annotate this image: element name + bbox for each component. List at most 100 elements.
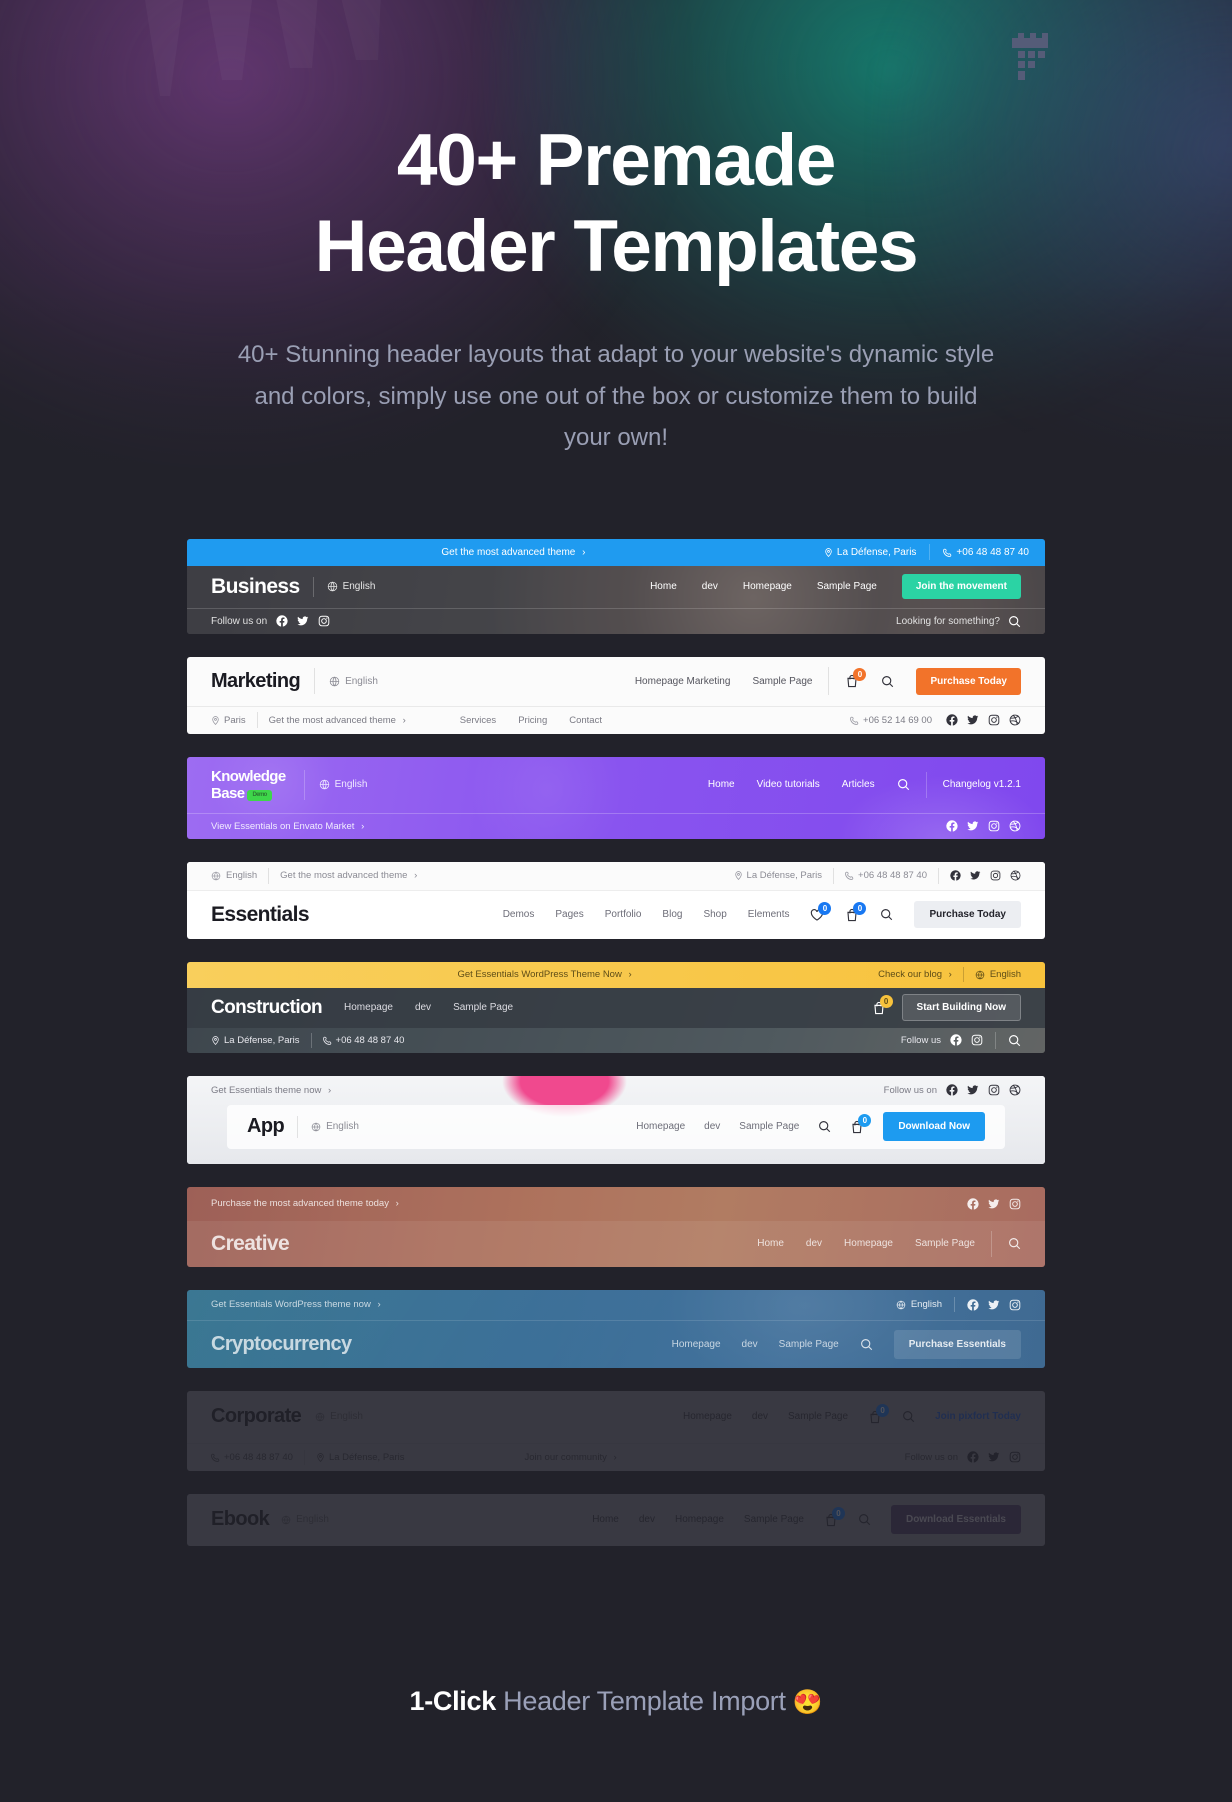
twitter-icon[interactable]: [988, 1198, 1000, 1210]
essentials-wishlist-button[interactable]: 0: [810, 901, 832, 922]
essentials-nav-2[interactable]: Portfolio: [605, 909, 642, 920]
corporate-cta-button[interactable]: Join pixfort Today: [935, 1411, 1021, 1422]
creative-social-links[interactable]: [967, 1198, 1021, 1210]
essentials-cart-button[interactable]: 0: [845, 901, 867, 922]
construction-cta-button[interactable]: Start Building Now: [901, 994, 1021, 1022]
construction-phone[interactable]: +06 48 48 87 40: [322, 1035, 404, 1046]
marketing-language-switcher[interactable]: English: [329, 676, 378, 687]
essentials-nav-5[interactable]: Elements: [748, 909, 790, 920]
crypto-nav-0[interactable]: Homepage: [672, 1339, 721, 1350]
header-card-creative[interactable]: Purchase the most advanced theme today ›…: [187, 1186, 1045, 1267]
marketing-cart-button[interactable]: 0: [845, 668, 867, 688]
creative-logo[interactable]: Creative: [211, 1232, 290, 1256]
facebook-icon[interactable]: [967, 1299, 979, 1311]
knowledge-changelog-link[interactable]: Changelog v1.2.1: [943, 779, 1021, 790]
facebook-icon[interactable]: [950, 870, 961, 881]
twitter-icon[interactable]: [967, 1084, 979, 1096]
essentials-logo[interactable]: Essentials: [211, 903, 310, 927]
essentials-language-switcher[interactable]: English: [211, 870, 257, 881]
app-promo-link[interactable]: Get Essentials theme now ›: [211, 1085, 331, 1096]
facebook-icon[interactable]: [276, 615, 288, 627]
ebook-nav-3[interactable]: Sample Page: [744, 1514, 804, 1525]
facebook-icon[interactable]: [967, 1451, 979, 1463]
essentials-cta-button[interactable]: Purchase Today: [914, 901, 1021, 929]
facebook-icon[interactable]: [950, 1034, 962, 1046]
search-icon[interactable]: [881, 675, 894, 688]
search-icon[interactable]: [1008, 615, 1021, 628]
instagram-icon[interactable]: [1009, 1198, 1021, 1210]
instagram-icon[interactable]: [988, 1084, 1000, 1096]
business-nav-2[interactable]: Homepage: [743, 581, 792, 592]
business-language-switcher[interactable]: English: [327, 581, 375, 592]
instagram-icon[interactable]: [988, 820, 1000, 832]
construction-promo-link[interactable]: Get Essentials WordPress Theme Now ›: [457, 969, 631, 980]
crypto-cta-button[interactable]: Purchase Essentials: [893, 1329, 1021, 1359]
corporate-language-switcher[interactable]: English: [315, 1411, 363, 1422]
instagram-icon[interactable]: [971, 1034, 983, 1046]
search-icon[interactable]: [880, 908, 893, 921]
creative-nav-0[interactable]: Home: [757, 1238, 784, 1249]
construction-language-switcher[interactable]: English: [975, 969, 1021, 980]
marketing-nav-0[interactable]: Homepage Marketing: [635, 676, 731, 687]
app-nav-0[interactable]: Homepage: [636, 1121, 685, 1132]
dribbble-icon[interactable]: [1009, 1084, 1021, 1096]
business-phone[interactable]: +06 48 48 87 40: [930, 547, 1029, 558]
essentials-promo-link[interactable]: Get the most advanced theme ›: [280, 870, 417, 881]
essentials-nav-1[interactable]: Pages: [555, 909, 583, 920]
twitter-icon[interactable]: [988, 1451, 1000, 1463]
essentials-social-links[interactable]: [950, 870, 1021, 881]
crypto-nav-1[interactable]: dev: [742, 1339, 758, 1350]
corporate-nav-1[interactable]: dev: [752, 1411, 768, 1422]
construction-blog-link[interactable]: Check our blog ›: [878, 969, 952, 980]
corporate-nav-0[interactable]: Homepage: [683, 1411, 732, 1422]
dribbble-icon[interactable]: [1009, 820, 1021, 832]
construction-logo[interactable]: Construction: [211, 997, 323, 1019]
header-card-cryptocurrency[interactable]: Get Essentials WordPress theme now › Eng…: [187, 1289, 1045, 1368]
header-card-ebook[interactable]: Ebook English Home dev Homepage Sample P…: [187, 1493, 1045, 1546]
header-card-construction[interactable]: Get Essentials WordPress Theme Now › Che…: [187, 961, 1045, 1053]
corporate-nav-2[interactable]: Sample Page: [788, 1411, 848, 1422]
app-social-links[interactable]: [946, 1084, 1021, 1096]
app-cart-button[interactable]: 0: [850, 1113, 872, 1134]
facebook-icon[interactable]: [946, 820, 958, 832]
essentials-nav-0[interactable]: Demos: [503, 909, 535, 920]
search-icon[interactable]: [858, 1513, 871, 1526]
knowledge-logo[interactable]: Knowledge Base Demo: [211, 768, 286, 803]
ebook-nav-1[interactable]: dev: [639, 1514, 655, 1525]
business-social-links[interactable]: [276, 615, 330, 627]
knowledge-nav-2[interactable]: Articles: [842, 779, 875, 790]
creative-nav-3[interactable]: Sample Page: [915, 1238, 975, 1249]
creative-nav-1[interactable]: dev: [806, 1238, 822, 1249]
ebook-language-switcher[interactable]: English: [281, 1514, 329, 1525]
ebook-nav-0[interactable]: Home: [592, 1514, 619, 1525]
marketing-logo[interactable]: Marketing: [211, 670, 301, 693]
business-nav-1[interactable]: dev: [702, 581, 718, 592]
facebook-icon[interactable]: [946, 1084, 958, 1096]
instagram-icon[interactable]: [318, 615, 330, 627]
search-icon[interactable]: [897, 778, 910, 791]
twitter-icon[interactable]: [970, 870, 981, 881]
corporate-phone[interactable]: +06 48 48 87 40: [211, 1452, 293, 1463]
app-nav-1[interactable]: dev: [704, 1121, 720, 1132]
twitter-icon[interactable]: [988, 1299, 1000, 1311]
essentials-nav-3[interactable]: Blog: [662, 909, 682, 920]
dribbble-icon[interactable]: [1010, 870, 1021, 881]
marketing-phone[interactable]: +06 52 14 69 00: [850, 715, 932, 726]
business-promo-link[interactable]: Get the most advanced theme ›: [441, 547, 585, 558]
construction-nav-1[interactable]: dev: [415, 1002, 431, 1013]
crypto-social-links[interactable]: [967, 1299, 1021, 1311]
essentials-phone[interactable]: +06 48 48 87 40: [845, 870, 927, 881]
app-logo[interactable]: App: [247, 1115, 285, 1138]
crypto-language-switcher[interactable]: English: [896, 1299, 942, 1310]
app-cta-button[interactable]: Download Now: [883, 1112, 985, 1142]
header-card-corporate[interactable]: Corporate English Homepage dev Sample Pa…: [187, 1390, 1045, 1471]
search-icon[interactable]: [818, 1120, 831, 1133]
marketing-nav-1[interactable]: Sample Page: [752, 676, 812, 687]
construction-cart-button[interactable]: 0: [872, 994, 893, 1015]
knowledge-language-switcher[interactable]: English: [319, 779, 367, 790]
marketing-nav2-1[interactable]: Pricing: [518, 715, 547, 726]
knowledge-nav-1[interactable]: Video tutorials: [757, 779, 820, 790]
header-card-app[interactable]: Get Essentials theme now › Follow us on: [187, 1075, 1045, 1164]
header-card-knowledge-base[interactable]: Knowledge Base Demo English Home Video tu…: [187, 756, 1045, 839]
twitter-icon[interactable]: [967, 714, 979, 726]
